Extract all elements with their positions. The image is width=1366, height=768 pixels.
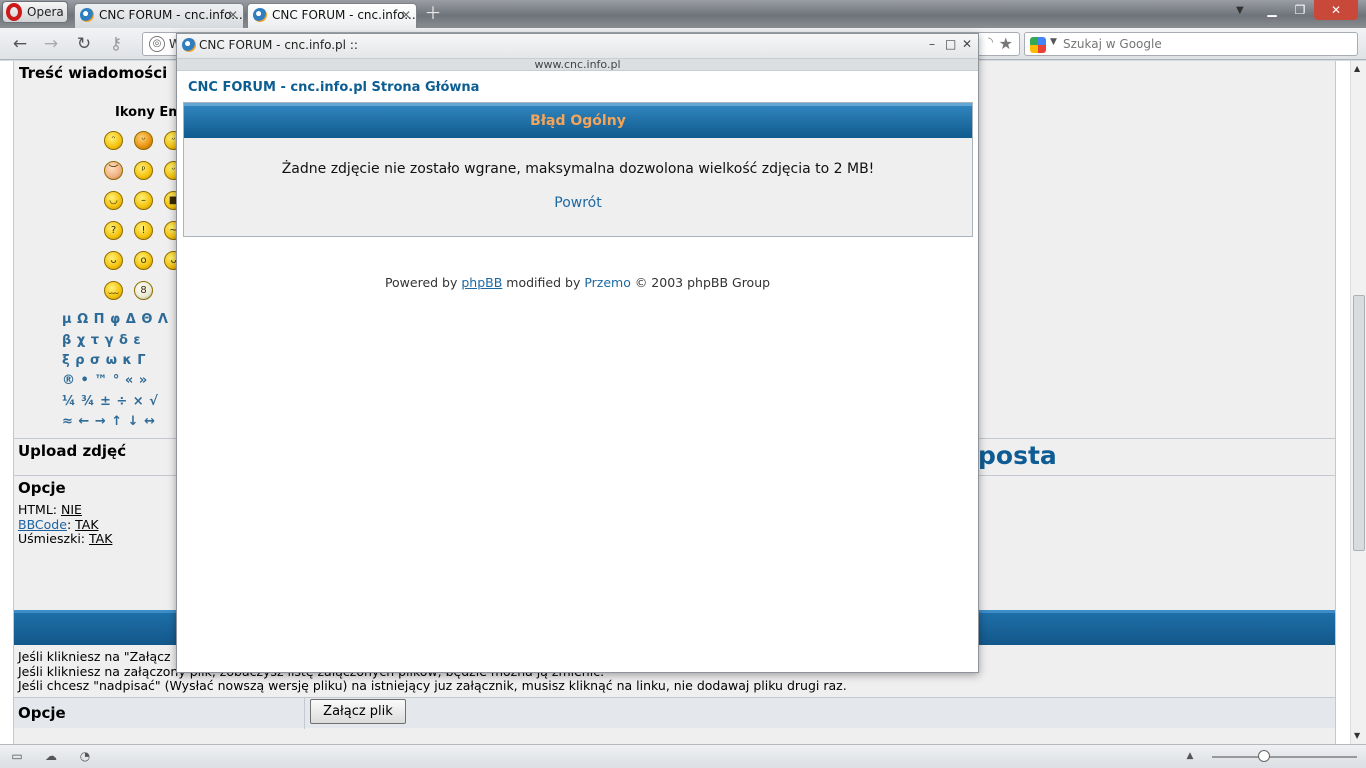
smiley-smile-icon[interactable]: ◡ [104,191,123,210]
tab-title: CNC FORUM - cnc.info... [99,8,243,22]
opera-menu-label: Opera [27,5,64,19]
popup-maximize-icon[interactable]: □ [945,37,956,51]
smiley-grin-icon[interactable]: ᵔ [104,131,123,150]
back-link[interactable]: Powrót [184,195,972,211]
restore-window-icon[interactable]: ❐ [1286,0,1314,20]
error-box: Błąd Ogólny Żadne zdjęcie nie zostało wg… [183,102,973,237]
symbol-row[interactable]: ¼ ¾ ± ÷ × √ [62,394,158,409]
options-title: Opcje [18,479,66,497]
zoom-up-arrow-icon[interactable]: ▲ [1182,749,1198,763]
web-icon: ◎ [149,36,165,52]
html-option-label: HTML: [18,502,61,517]
smiley-sad-icon[interactable]: ︶ [104,161,123,180]
przemo-link[interactable]: Przemo [584,275,631,290]
browser-titlebar: Opera CNC FORUM - cnc.info... ✕ CNC FORU… [0,0,1366,28]
reload-icon[interactable]: ↻ [73,34,95,54]
cell-separator [304,698,305,729]
smiley-surprised-icon[interactable]: o [134,251,153,270]
phpbb-link[interactable]: phpBB [461,275,502,290]
search-engine-chevron-icon[interactable]: ▼ [1050,37,1057,47]
bbcode-option-value[interactable]: TAK [75,517,98,532]
bbcode-link[interactable]: BBCode [18,517,67,532]
error-title: Błąd Ogólny [184,103,972,138]
smileys-option-value[interactable]: TAK [89,531,112,546]
cnc-favicon-icon [182,38,196,52]
smiley-geek-icon[interactable]: 8 [134,281,153,300]
bottom-options-label: Opcje [18,704,66,722]
back-arrow-icon[interactable]: ← [9,34,31,54]
powered-by-footer: Powered by phpBB modified by Przemo © 20… [177,275,978,290]
popup-close-icon[interactable]: ✕ [962,37,972,51]
options-list: HTML: NIE BBCode: TAK Uśmieszki: TAK [18,502,112,547]
smileys-option-label: Uśmieszki: [18,531,89,546]
zoom-slider-knob[interactable] [1258,750,1270,762]
browser-statusbar: ▭ ☁ ◔ ▲ [0,744,1366,768]
tab-1[interactable]: CNC FORUM - cnc.info... ✕ [74,3,244,28]
bbcode-sep: : [66,516,76,532]
panel-toggle-icon[interactable]: ▭ [9,749,25,763]
emoticons-label: Ikony Em [115,105,182,120]
scrollbar-thumb[interactable] [1353,295,1365,551]
smiley-evil-icon[interactable]: ᵕ [134,131,153,150]
smiley-doubt-icon[interactable]: ﹏ [104,281,123,300]
popup-window-title: CNC FORUM - cnc.info.pl :: [199,38,358,52]
popup-minimize-icon[interactable]: – [929,37,935,51]
symbol-row[interactable]: μ Ω Π φ Δ Θ Λ [62,312,169,327]
key-icon[interactable]: ⚷ [105,34,127,54]
tab-list-chevron-icon[interactable]: ▼ [1236,5,1244,16]
error-message: Żadne zdjęcie nie zostało wgrane, maksym… [281,161,875,177]
symbol-row[interactable]: β χ τ γ δ ε [62,333,141,348]
rss-feed-icon[interactable]: ◝ [988,35,993,50]
bookmark-star-icon[interactable]: ★ [999,34,1013,53]
tab-title: CNC FORUM - cnc.info... [272,8,416,22]
smiley-question-icon[interactable]: ? [104,221,123,240]
popup-window: CNC FORUM - cnc.info.pl :: – □ ✕ www.cnc… [176,33,979,673]
opera-unite-cloud-icon[interactable]: ☁ [43,749,59,763]
symbol-row[interactable]: ® • ™ ° « » [62,373,148,388]
close-tab-icon[interactable]: ✕ [401,4,411,26]
zoom-slider-track[interactable] [1212,756,1357,758]
upload-label: Upload zdjęć [18,442,127,460]
footer-prefix: Powered by [384,275,462,290]
message-label: Treść wiadomości [19,64,168,82]
opera-logo-icon [6,3,22,21]
symbol-row[interactable]: ≈ ← → ↑ ↓ ↔ [62,414,156,429]
attach-row: Opcje [14,697,1335,729]
smiley-tongue-icon[interactable]: ᵖ [134,161,153,180]
search-input[interactable] [1063,35,1348,53]
google-icon [1030,37,1046,53]
smiley-exclaim-icon[interactable]: ! [134,221,153,240]
posta-heading: posta [978,441,1057,470]
footer-suffix: © 2003 phpBB Group [630,275,771,290]
note-line: Jeśli chcesz "nadpisać" (Wysłać nowszą w… [18,678,847,693]
popup-titlebar[interactable]: CNC FORUM - cnc.info.pl :: – □ ✕ [177,34,978,58]
popup-url-bar: www.cnc.info.pl [177,58,978,71]
html-option-value[interactable]: NIE [61,502,82,517]
close-tab-icon[interactable]: ✕ [228,4,238,26]
tab-2-active[interactable]: CNC FORUM - cnc.info... ✕ [247,3,417,28]
forum-home-link[interactable]: CNC FORUM - cnc.info.pl Strona Główna [188,80,479,95]
scroll-down-arrow-icon[interactable]: ▼ [1354,731,1360,740]
opera-menu-button[interactable]: Opera [2,1,68,23]
symbol-row[interactable]: ξ ρ σ ω κ Γ [62,353,146,368]
new-tab-icon[interactable]: ＋ [424,5,442,23]
search-box[interactable]: ▼ [1024,32,1358,56]
vertical-scrollbar[interactable]: ▲ ▼ [1350,61,1366,744]
attach-file-button[interactable]: Załącz plik [310,699,406,724]
footer-middle: modified by [502,275,585,290]
smiley-laugh-icon[interactable]: ᴗ [104,251,123,270]
forward-arrow-icon[interactable]: → [40,34,62,54]
cnc-favicon-icon [253,8,267,22]
minimize-window-icon[interactable]: ▁ [1258,0,1286,20]
smiley-neutral-icon[interactable]: – [134,191,153,210]
close-window-icon[interactable]: ✕ [1314,0,1358,20]
scroll-up-arrow-icon[interactable]: ▲ [1354,64,1360,73]
speed-dial-icon[interactable]: ◔ [77,749,93,763]
cnc-favicon-icon [80,8,94,22]
